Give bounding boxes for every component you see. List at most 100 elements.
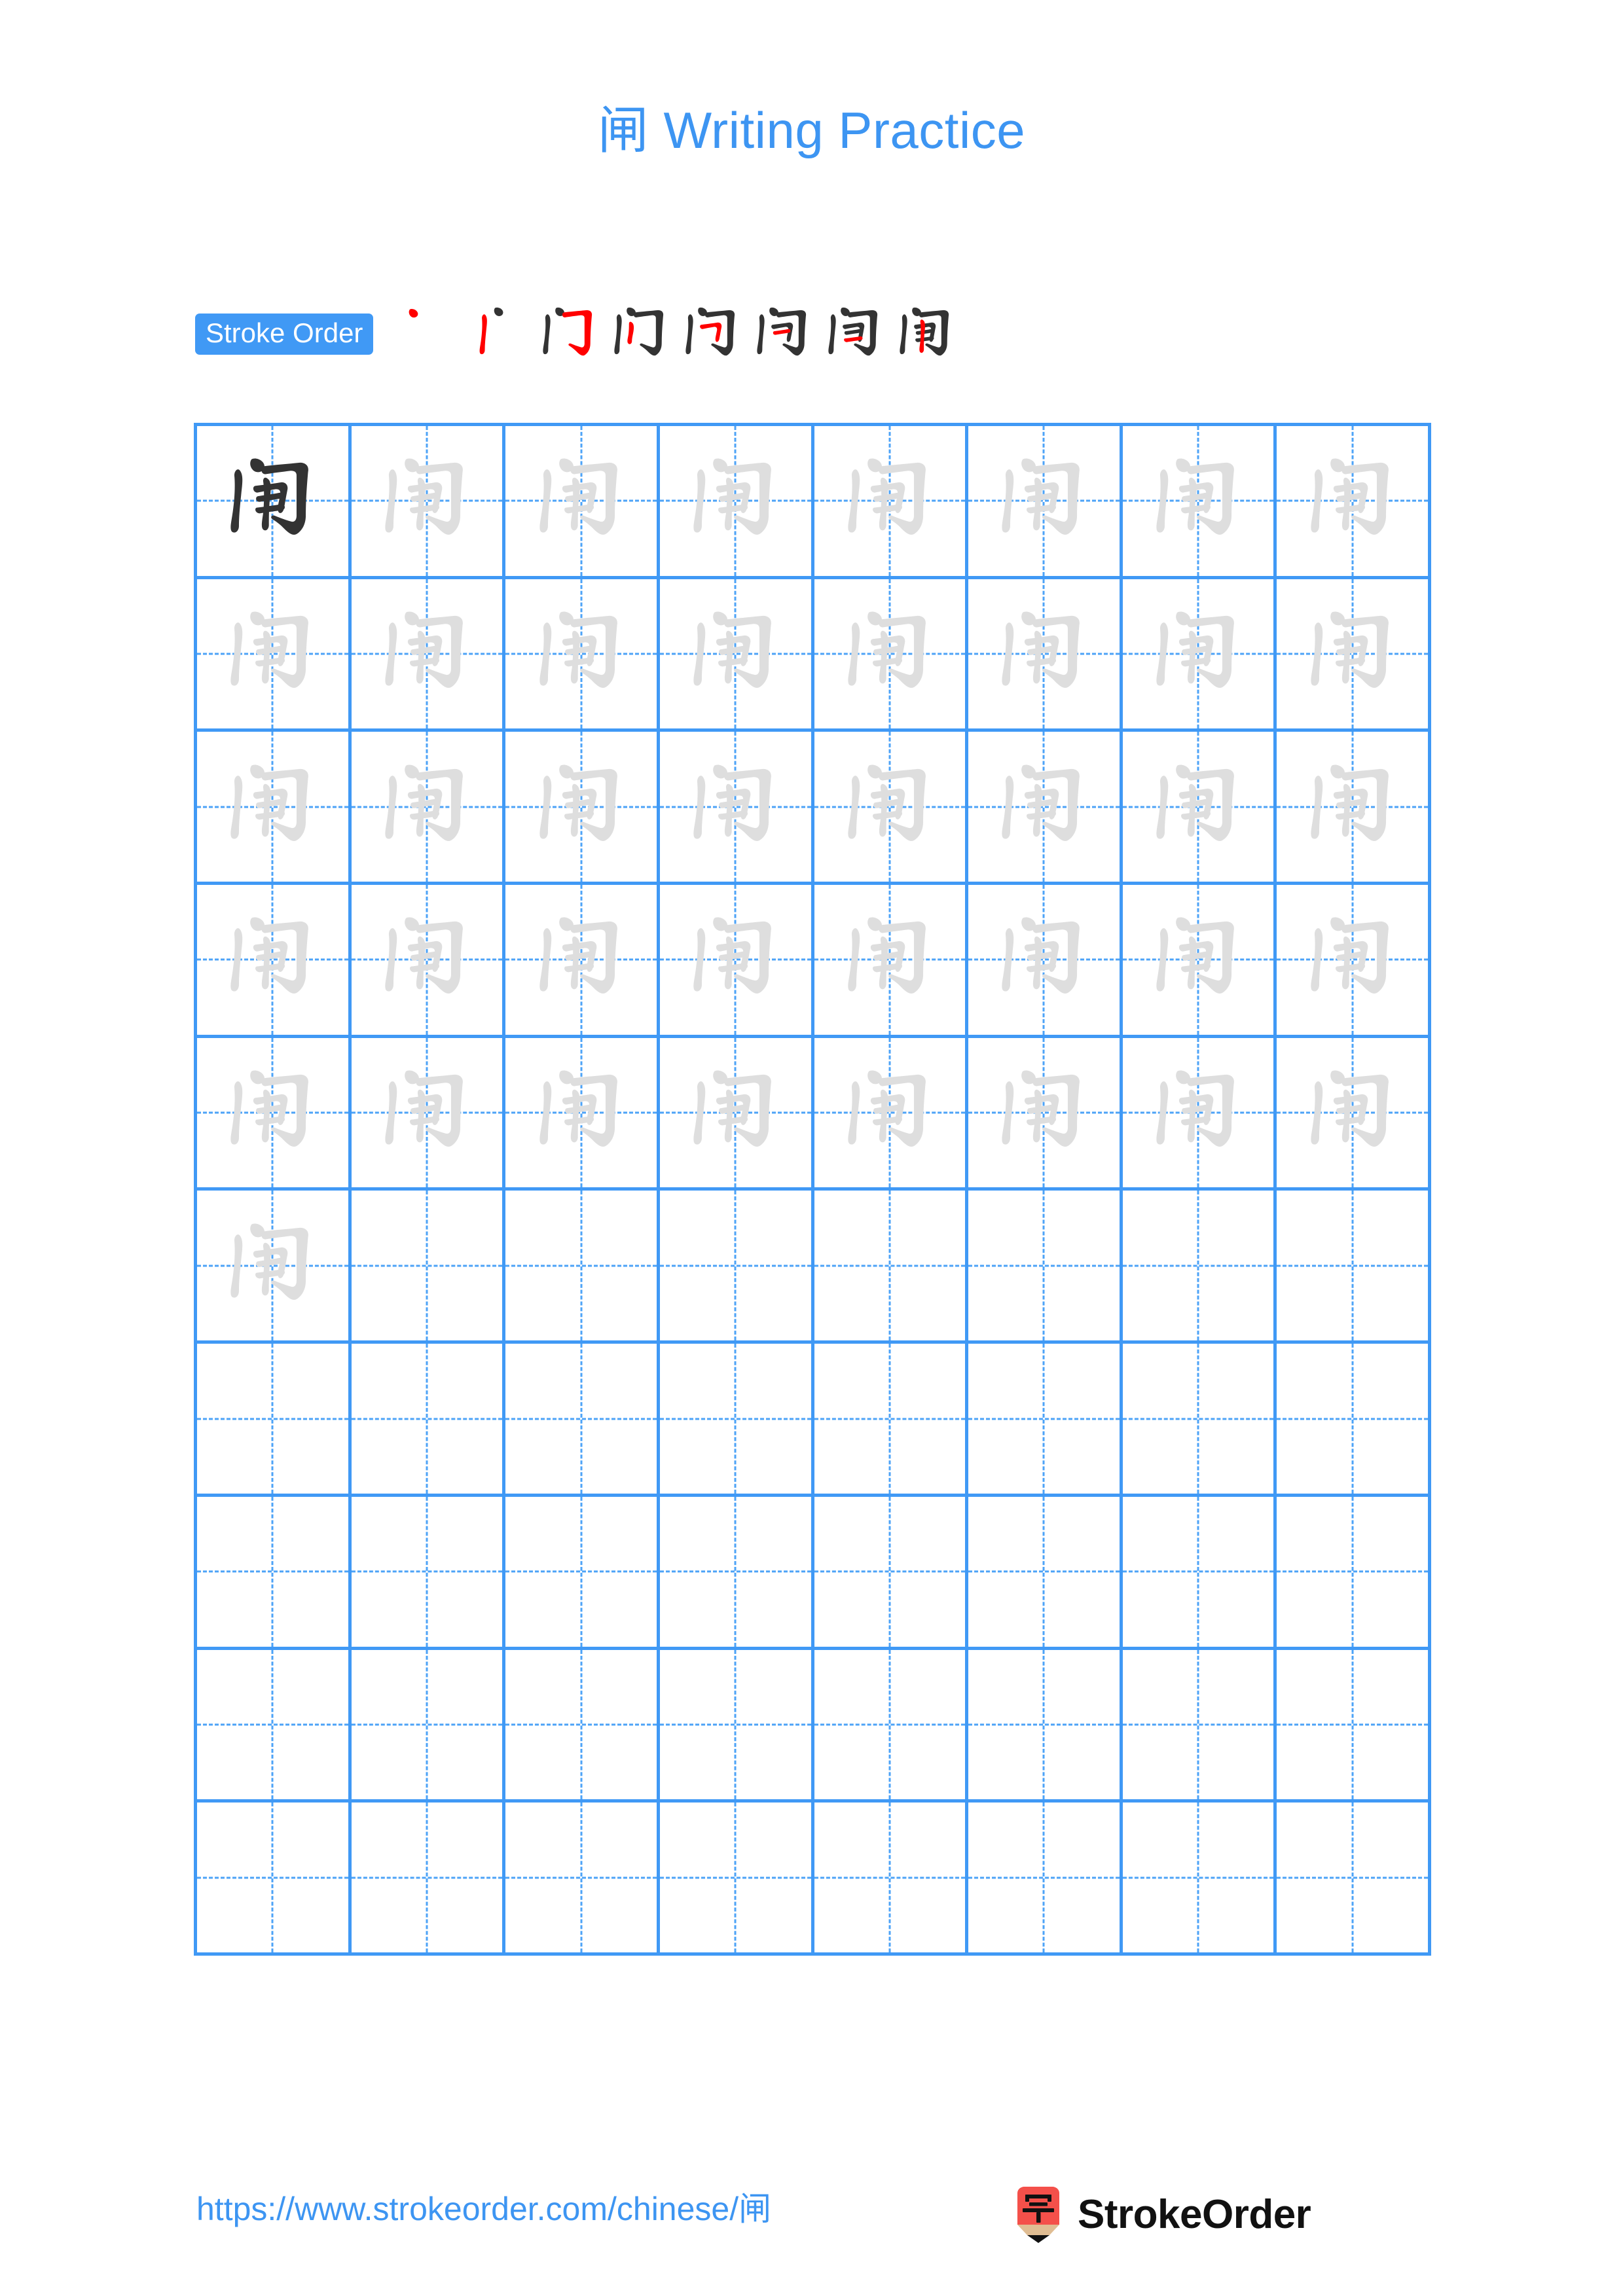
practice-cell[interactable] [659,1803,814,1956]
practice-cell[interactable] [968,1649,1123,1803]
footer-brand[interactable]: StrokeOrder [1013,2183,1311,2246]
practice-cell[interactable] [1277,1803,1431,1956]
practice-cell[interactable] [814,885,969,1038]
practice-cell[interactable] [659,732,814,886]
practice-cell[interactable] [1122,732,1277,886]
practice-cell[interactable] [1277,885,1431,1038]
practice-cell[interactable] [968,1803,1123,1956]
practice-cell[interactable] [659,1344,814,1497]
practice-cell[interactable] [351,1803,506,1956]
practice-cell[interactable] [814,1649,969,1803]
traced-character [1123,1038,1274,1188]
practice-cell[interactable] [197,1344,352,1497]
practice-cell[interactable] [1122,1037,1277,1191]
practice-cell[interactable] [197,1803,352,1956]
stroke-step-list [390,298,961,370]
practice-cell[interactable] [814,1803,969,1956]
practice-cell[interactable] [659,1649,814,1803]
traced-character [197,885,348,1035]
traced-character [968,732,1120,882]
practice-cell[interactable] [1277,426,1431,579]
stroke-order-badge: Stroke Order [195,313,374,355]
practice-cell[interactable] [351,1037,506,1191]
practice-cell[interactable] [1277,732,1431,886]
practice-cell[interactable] [1122,1649,1277,1803]
practice-cell[interactable] [351,1191,506,1344]
model-character [197,426,348,576]
practice-cell[interactable] [197,1037,352,1191]
practice-cell[interactable] [197,1191,352,1344]
practice-cell[interactable] [1277,1344,1431,1497]
practice-cell[interactable] [968,885,1123,1038]
practice-cell[interactable] [659,885,814,1038]
practice-cell[interactable] [659,1191,814,1344]
practice-cell[interactable] [1122,1344,1277,1497]
practice-cell[interactable] [351,1344,506,1497]
practice-cell[interactable] [968,1037,1123,1191]
practice-cell[interactable] [659,579,814,732]
practice-cell[interactable] [505,1649,660,1803]
practice-cell[interactable] [197,732,352,886]
practice-cell[interactable] [1122,1191,1277,1344]
practice-cell[interactable] [1122,579,1277,732]
practice-cell[interactable] [505,1344,660,1497]
practice-cell[interactable] [814,426,969,579]
practice-cell[interactable] [659,426,814,579]
footer-url-link[interactable]: https://www.strokeorder.com/chinese/闸 [196,2193,771,2225]
practice-cell[interactable] [505,732,660,886]
practice-cell[interactable] [197,885,352,1038]
practice-cell[interactable] [1122,885,1277,1038]
practice-cell[interactable] [197,579,352,732]
traced-character [660,579,811,729]
practice-cell[interactable] [968,426,1123,579]
traced-character [505,732,657,882]
practice-cell[interactable] [351,732,506,886]
practice-cell[interactable] [197,426,352,579]
practice-cell[interactable] [814,1037,969,1191]
practice-cell[interactable] [351,1496,506,1650]
practice-cell[interactable] [968,1344,1123,1497]
practice-cell[interactable] [814,732,969,886]
practice-cell[interactable] [1122,426,1277,579]
practice-cell[interactable] [968,732,1123,886]
practice-cell[interactable] [351,885,506,1038]
practice-cell[interactable] [505,1037,660,1191]
pencil-logo-icon [1017,2187,1059,2243]
footer: https://www.strokeorder.com/chinese/闸 St… [0,2183,1623,2255]
practice-cell[interactable] [351,579,506,732]
traced-character [968,426,1120,576]
traced-character [1123,579,1274,729]
practice-cell[interactable] [197,1496,352,1650]
practice-cell[interactable] [814,579,969,732]
traced-character [1123,732,1274,882]
practice-cell[interactable] [505,1803,660,1956]
practice-cell[interactable] [1277,1496,1431,1650]
practice-cell[interactable] [505,579,660,732]
stroke-step-4 [604,298,677,370]
practice-cell[interactable] [351,426,506,579]
practice-cell[interactable] [659,1037,814,1191]
traced-character [660,426,811,576]
traced-character [352,579,503,729]
practice-cell[interactable] [968,579,1123,732]
practice-cell[interactable] [1277,579,1431,732]
practice-cell[interactable] [1122,1496,1277,1650]
practice-cell[interactable] [1122,1803,1277,1956]
practice-cell[interactable] [505,426,660,579]
practice-cell[interactable] [1277,1649,1431,1803]
practice-cell[interactable] [659,1496,814,1650]
practice-cell[interactable] [1277,1191,1431,1344]
practice-cell[interactable] [505,1496,660,1650]
practice-cell[interactable] [505,1191,660,1344]
practice-cell[interactable] [968,1496,1123,1650]
stroke-step-7-glyph [828,307,878,355]
practice-cell[interactable] [814,1191,969,1344]
practice-cell[interactable] [505,885,660,1038]
practice-cell[interactable] [968,1191,1123,1344]
practice-cell[interactable] [1277,1037,1431,1191]
practice-cell[interactable] [197,1649,352,1803]
practice-cell[interactable] [814,1496,969,1650]
practice-cell[interactable] [351,1649,506,1803]
practice-cell[interactable] [814,1344,969,1497]
traced-character [352,1038,503,1188]
